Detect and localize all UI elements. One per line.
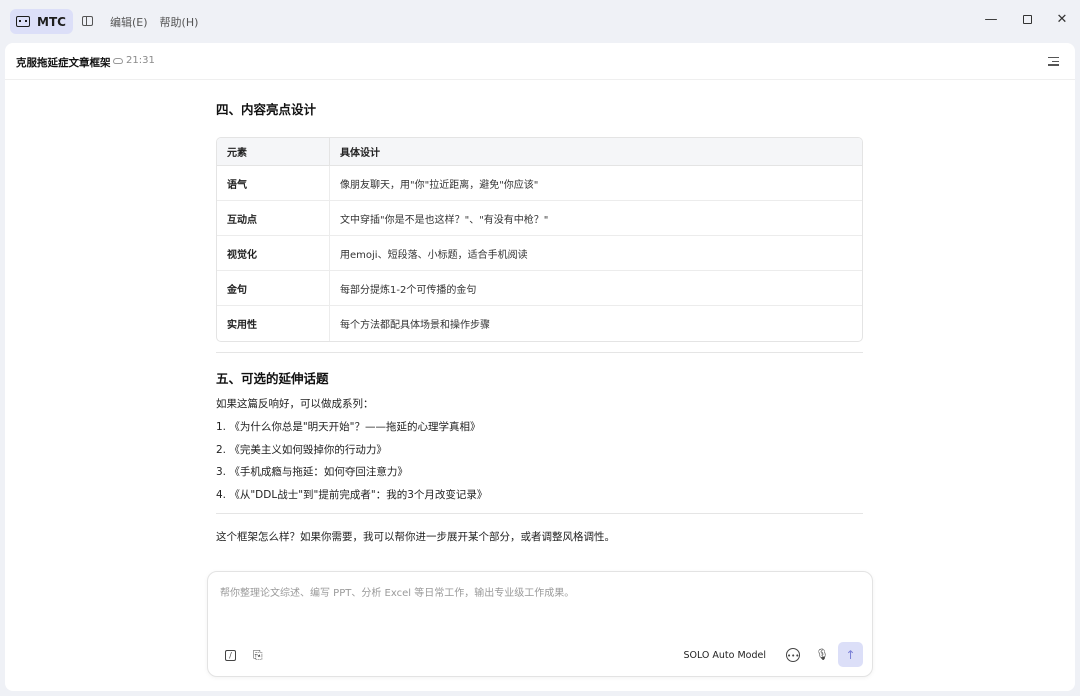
list-item: 2. 《完美主义如何毁掉你的行动力》 [216, 443, 387, 456]
menu-edit[interactable]: 编辑(E) [110, 14, 148, 30]
section-heading: 四、内容亮点设计 [216, 102, 317, 117]
slash-command-icon[interactable]: / [225, 650, 236, 661]
section-intro: 如果这篇反响好，可以做成系列： [216, 398, 374, 410]
table-header-cell: 元素 [217, 138, 330, 166]
send-button[interactable]: ↑ [838, 642, 863, 667]
document-title[interactable]: 克服拖延症文章框架 [16, 55, 111, 70]
section-divider [216, 513, 863, 514]
list-item: 4. 《从"DDL战士"到"提前完成者"：我的3个月改变记录》 [216, 488, 488, 501]
table-cell: 语气 [217, 166, 330, 201]
section-divider [216, 352, 863, 353]
table-cell: 像朋友聊天，用"你"拉近距离，避免"你应该" [330, 166, 862, 201]
list-item: 1. 《为什么你总是"明天开始"？——拖延的心理学真相》 [216, 421, 481, 433]
sidebar-toggle-icon[interactable] [82, 16, 93, 26]
main-panel: 克服拖延症文章框架 21:31 四、内容亮点设计 元素 具体设计 语气 像朋友聊… [5, 43, 1075, 691]
table-cell: 每部分提炼1-2个可传播的金句 [330, 271, 862, 306]
table-cell: 视觉化 [217, 236, 330, 271]
model-selector[interactable]: SOLO Auto Model [683, 650, 766, 661]
title-bar: MTC 编辑(E) 帮助(H) — ✕ [0, 0, 1080, 43]
robot-icon [16, 16, 30, 27]
topic-list: 1. 《为什么你总是"明天开始"？——拖延的心理学真相》 2. 《完美主义如何毁… [216, 419, 487, 509]
table-cell: 文中穿插"你是不是也这样？"、"有没有中枪？" [330, 201, 862, 236]
table-row: 语气 像朋友聊天，用"你"拉近距离，避免"你应该" [217, 166, 862, 201]
maximize-icon [1022, 15, 1032, 24]
prompt-input[interactable] [220, 584, 860, 624]
table-row: 视觉化 用emoji、短段落、小标题，适合手机阅读 [217, 236, 862, 271]
table-row: 金句 每部分提炼1-2个可传播的金句 [217, 271, 862, 306]
table-cell: 金句 [217, 271, 330, 306]
table-cell: 实用性 [217, 306, 330, 341]
chat-composer: / ⎘ SOLO Auto Model ••• 🎙 ↑ [207, 571, 873, 677]
document-save-status: 21:31 [113, 55, 155, 66]
maximize-button[interactable] [1019, 12, 1035, 28]
table-cell: 每个方法都配具体场景和操作步骤 [340, 320, 490, 331]
outline-icon[interactable] [1048, 57, 1059, 66]
section-heading: 五、可选的延伸话题 [216, 371, 329, 386]
app-name: MTC [37, 14, 66, 29]
microphone-icon[interactable]: 🎙 [815, 648, 829, 662]
paperclip-icon[interactable]: ⎘ [253, 649, 264, 661]
table-header-cell: 具体设计 [330, 138, 862, 166]
cloud-icon [113, 57, 123, 64]
table-header-row: 元素 具体设计 [217, 138, 862, 166]
table-row: 互动点 文中穿插"你是不是也这样？"、"有没有中枪？" [217, 201, 862, 236]
table-cell: 互动点 [217, 201, 330, 236]
app-badge[interactable]: MTC [10, 9, 73, 34]
document-time: 21:31 [126, 55, 155, 66]
list-item: 3. 《手机成瘾与拖延：如何夺回注意力》 [216, 466, 408, 479]
minimize-button[interactable]: — [983, 12, 999, 27]
chat-mode-icon[interactable]: ••• [786, 648, 800, 662]
closing-text: 这个框架怎么样？如果你需要，我可以帮你进一步展开某个部分，或者调整风格调性。 [216, 531, 615, 543]
arrow-up-icon: ↑ [845, 647, 856, 662]
app-window: MTC 编辑(E) 帮助(H) — ✕ 克服拖延症文章框架 21:31 四、内容… [0, 0, 1080, 696]
document-header: 克服拖延症文章框架 21:31 [5, 43, 1075, 80]
close-button[interactable]: ✕ [1054, 12, 1070, 27]
table-row: 实用性 每个方法都配具体场景和操作步骤 [217, 306, 862, 341]
highlight-table: 元素 具体设计 语气 像朋友聊天，用"你"拉近距离，避免"你应该" 互动点 文中… [216, 137, 863, 342]
menu-bar: 编辑(E) 帮助(H) [110, 14, 198, 30]
table-cell: 用emoji、短段落、小标题，适合手机阅读 [330, 236, 862, 271]
menu-help[interactable]: 帮助(H) [160, 14, 199, 30]
